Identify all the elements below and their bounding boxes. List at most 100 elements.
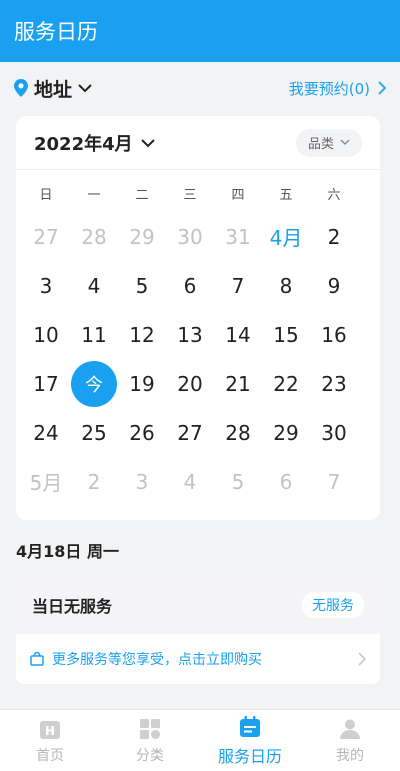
calendar-day[interactable]: 26 — [118, 408, 166, 457]
calendar-day[interactable]: 17 — [22, 359, 70, 408]
day-number: 今 — [71, 360, 117, 407]
calendar-day[interactable]: 10 — [22, 310, 70, 359]
day-number: 7 — [231, 273, 245, 298]
calendar-day[interactable]: 22 — [262, 359, 310, 408]
calendar-day[interactable]: 28 — [214, 408, 262, 457]
my-booking-link[interactable]: 我要预约(0) — [289, 78, 386, 99]
page-title: 服务日历 — [14, 20, 98, 44]
day-number: 19 — [129, 371, 155, 396]
day-number: 4 — [87, 273, 101, 298]
month-title: 2022年4月 — [34, 133, 133, 155]
service-status-row: 当日无服务 无服务 — [16, 576, 380, 634]
day-number: 25 — [81, 420, 107, 445]
calendar-day[interactable]: 6 — [166, 261, 214, 310]
calendar-day[interactable]: 3 — [118, 457, 166, 506]
calendar-day[interactable]: 2 — [310, 212, 358, 261]
day-number: 6 — [279, 469, 293, 494]
calendar-day-today[interactable]: 今 — [70, 359, 118, 408]
calendar-day[interactable]: 4 — [70, 261, 118, 310]
calendar-day[interactable]: 5 — [214, 457, 262, 506]
weekday-label: 二 — [135, 188, 149, 203]
calendar-day[interactable]: 24 — [22, 408, 70, 457]
weekday-label: 五 — [279, 188, 293, 203]
weekday-label: 六 — [327, 188, 341, 203]
buy-more-link[interactable]: 更多服务等您享受，点击立即购买 — [16, 634, 380, 684]
day-number: 22 — [273, 371, 299, 396]
calendar-day[interactable]: 29 — [118, 212, 166, 261]
bottom-tab-bar: 首页 分类 服务日历 我的 — [0, 709, 400, 771]
calendar-icon — [240, 715, 260, 737]
calendar-day[interactable]: 8 — [262, 261, 310, 310]
calendar-day[interactable]: 31 — [214, 212, 262, 261]
month-selector[interactable]: 2022年4月 — [34, 130, 155, 156]
day-number: 4 — [183, 469, 197, 494]
tab-profile[interactable]: 我的 — [300, 710, 400, 771]
day-number: 3 — [135, 469, 149, 494]
calendar-day[interactable]: 21 — [214, 359, 262, 408]
calendar-day[interactable]: 7 — [310, 457, 358, 506]
calendar-day[interactable]: 28 — [70, 212, 118, 261]
day-number: 14 — [225, 322, 251, 347]
calendar-day[interactable]: 27 — [22, 212, 70, 261]
calendar-day[interactable]: 11 — [70, 310, 118, 359]
calendar-day[interactable]: 5 — [118, 261, 166, 310]
calendar-day[interactable]: 30 — [166, 212, 214, 261]
day-number: 4月 — [269, 226, 303, 250]
calendar-day[interactable]: 9 — [310, 261, 358, 310]
tab-service-calendar[interactable]: 服务日历 — [200, 710, 300, 771]
calendar-day[interactable]: 20 — [166, 359, 214, 408]
calendar-day[interactable]: 27 — [166, 408, 214, 457]
chevron-down-icon — [340, 139, 350, 145]
weekday-label: 三 — [183, 188, 197, 203]
day-number: 23 — [321, 371, 347, 396]
day-number: 29 — [273, 420, 299, 445]
calendar-day[interactable]: 3 — [22, 261, 70, 310]
day-number: 28 — [225, 420, 251, 445]
calendar-day[interactable]: 12 — [118, 310, 166, 359]
calendar-day[interactable]: 23 — [310, 359, 358, 408]
tab-category[interactable]: 分类 — [100, 710, 200, 771]
weekday-label: 日 — [39, 188, 53, 203]
calendar-day[interactable]: 19 — [118, 359, 166, 408]
home-icon — [40, 720, 60, 739]
day-number: 5 — [231, 469, 245, 494]
calendar-day[interactable]: 14 — [214, 310, 262, 359]
category-filter-label: 品类 — [307, 137, 334, 152]
calendar-day[interactable]: 5月 — [22, 457, 70, 506]
day-number: 15 — [273, 322, 299, 347]
selected-date: 4月18日 周一 — [16, 542, 119, 561]
day-number: 28 — [81, 224, 107, 249]
shopping-bag-icon — [30, 652, 44, 666]
calendar-day[interactable]: 4 — [166, 457, 214, 506]
category-icon — [140, 718, 160, 739]
day-number: 2 — [87, 469, 101, 494]
weekday-label: 一 — [87, 188, 101, 203]
calendar-day[interactable]: 13 — [166, 310, 214, 359]
day-number: 26 — [129, 420, 155, 445]
calendar-day[interactable]: 6 — [262, 457, 310, 506]
calendar-day[interactable]: 30 — [310, 408, 358, 457]
chevron-down-icon — [78, 84, 92, 93]
day-number: 24 — [33, 420, 59, 445]
calendar-card: 2022年4月 品类 日一二三四五六 27 28 29 30 31 4月 2 3 4 5 6 7 8 9 1… — [16, 116, 380, 520]
calendar-day[interactable]: 2 — [70, 457, 118, 506]
calendar-header: 2022年4月 品类 — [16, 116, 380, 170]
calendar-day[interactable]: 25 — [70, 408, 118, 457]
tab-label: 分类 — [136, 747, 164, 764]
calendar-day[interactable]: 7 — [214, 261, 262, 310]
calendar-day[interactable]: 4月 — [262, 212, 310, 261]
calendar-day[interactable]: 29 — [262, 408, 310, 457]
category-filter-button[interactable]: 品类 — [295, 128, 362, 157]
day-number: 21 — [225, 371, 251, 396]
day-number: 30 — [321, 420, 347, 445]
tab-label: 我的 — [336, 747, 364, 764]
calendar-day[interactable]: 15 — [262, 310, 310, 359]
tab-home[interactable]: 首页 — [0, 710, 100, 771]
day-number: 12 — [129, 322, 155, 347]
location-selector[interactable]: 地址 — [14, 75, 92, 102]
service-status-title: 当日无服务 — [32, 597, 113, 616]
day-number: 17 — [33, 371, 59, 396]
calendar-day[interactable]: 16 — [310, 310, 358, 359]
day-number: 13 — [177, 322, 203, 347]
location-bar: 地址 我要预约(0) — [0, 62, 400, 114]
